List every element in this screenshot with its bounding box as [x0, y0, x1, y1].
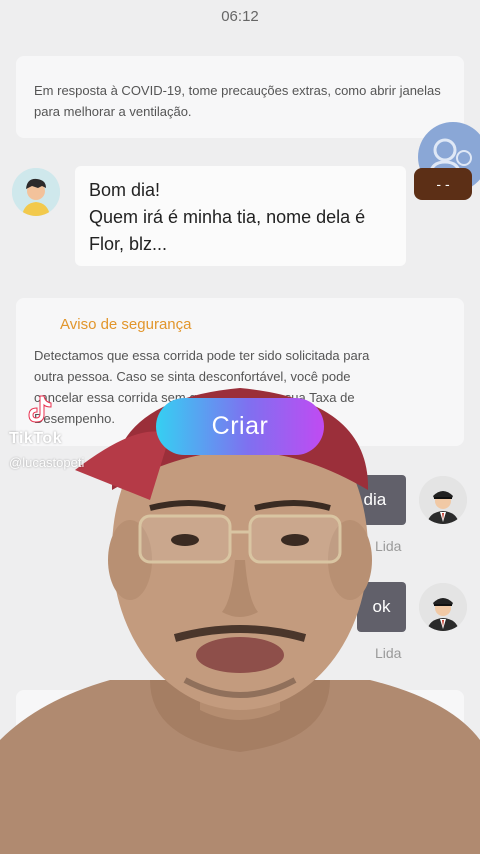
covid-notice-text: Em resposta à COVID-19, tome precauções … [34, 83, 441, 119]
message-line: Quem irá é minha tia, nome dela é [89, 207, 366, 227]
floating-badge-label: - - [436, 176, 450, 192]
message-line: Flor, blz... [89, 234, 168, 254]
floating-badge[interactable]: - - [414, 168, 472, 200]
message-line: Bom dia! [89, 180, 161, 200]
safety-line: Detectamos que essa corrida pode ter sid… [34, 348, 370, 363]
status-time: 06:12 [221, 8, 259, 25]
tiktok-logo-icon [28, 395, 52, 423]
covid-notice-card: Em resposta à COVID-19, tome precauções … [16, 56, 464, 138]
tiktok-label: TikTok [9, 430, 63, 447]
passenger-avatar[interactable] [12, 168, 60, 216]
incoming-message-bubble: Bom dia! Quem irá é minha tia, nome dela… [75, 166, 406, 266]
tiktok-username: @lucastopeti [9, 455, 85, 470]
safety-notice-title: Aviso de segurança [60, 316, 192, 333]
status-bar: 06:12 [0, 0, 480, 34]
criar-button[interactable]: Criar [156, 398, 324, 455]
passenger-avatar-icon [12, 168, 60, 216]
